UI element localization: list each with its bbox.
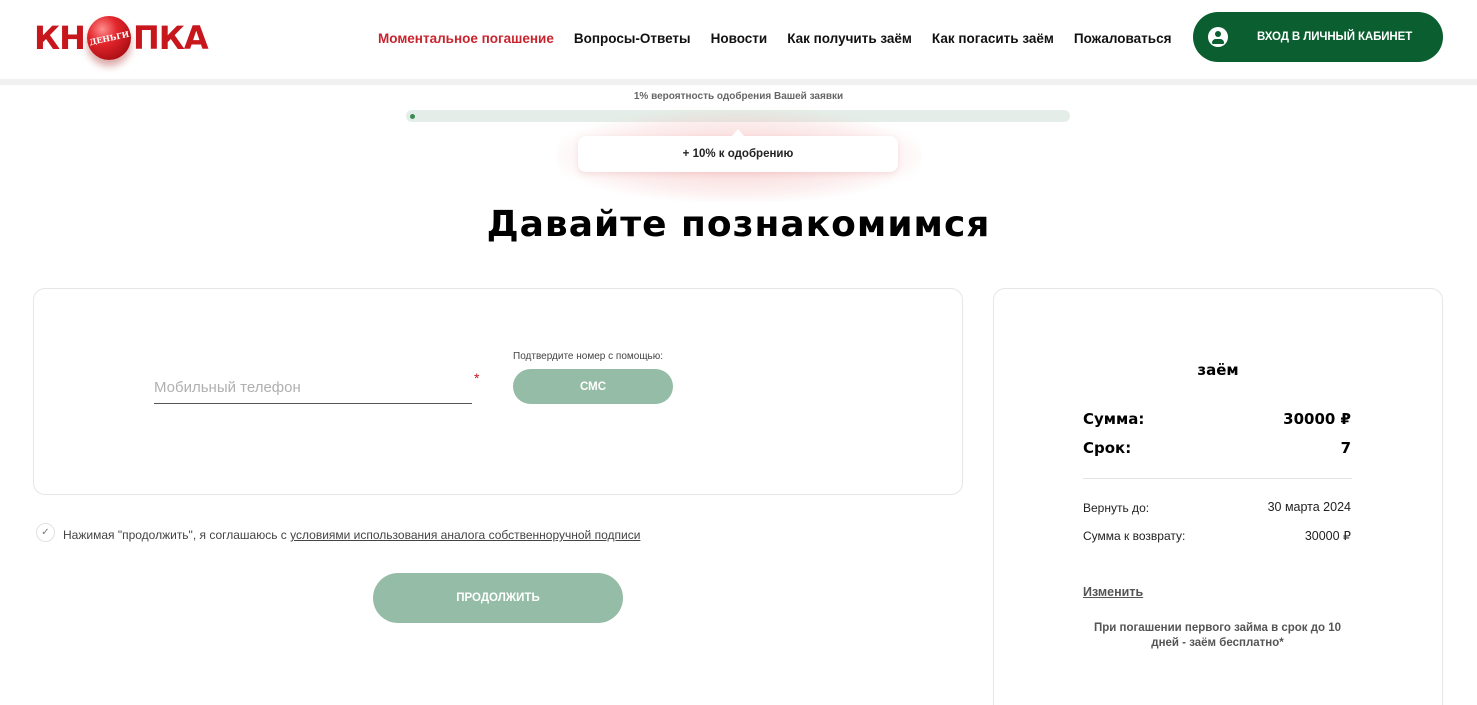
nav-item-how-to-repay[interactable]: Как погасить заём: [932, 31, 1054, 47]
required-mark: *: [474, 370, 480, 386]
loan-sum-label: Сумма:: [1083, 410, 1145, 428]
main-nav: Моментальное погашение Вопросы-Ответы Но…: [378, 31, 1191, 47]
agree-text: Нажимая "продолжить", я соглашаюсь с усл…: [63, 528, 640, 542]
loan-title: заём: [1197, 361, 1239, 379]
return-sum-value: 30000 ₽: [1304, 529, 1351, 543]
logo-text-right: ПКА: [132, 19, 209, 57]
agree-prefix: Нажимая "продолжить", я соглашаюсь с: [63, 528, 291, 542]
login-button[interactable]: ВХОД В ЛИЧНЫЙ КАБИНЕТ: [1193, 12, 1443, 62]
nav-item-complaint[interactable]: Пожаловаться: [1074, 31, 1172, 47]
return-sum-label: Сумма к возврату:: [1083, 529, 1186, 543]
continue-button[interactable]: ПРОДОЛЖИТЬ: [373, 573, 623, 623]
logo[interactable]: КН ДЕНЬГИ ПКА: [34, 12, 209, 64]
confirm-method-label: Подтвердите номер с помощью:: [513, 351, 664, 362]
signature-terms-link[interactable]: условиями использования аналога собствен…: [290, 528, 640, 542]
nav-item-how-to-get-loan[interactable]: Как получить заём: [787, 31, 912, 47]
phone-input[interactable]: [154, 372, 472, 404]
change-loan-link[interactable]: Изменить: [1083, 585, 1143, 599]
bonus-tooltip: + 10% к одобрению: [578, 129, 898, 172]
return-date-value: 30 марта 2024: [1267, 500, 1351, 514]
approval-progress-fill: [406, 110, 419, 122]
header-divider: [0, 79, 1477, 85]
nav-item-news[interactable]: Новости: [711, 31, 768, 47]
nav-item-faq[interactable]: Вопросы-Ответы: [574, 31, 691, 47]
login-button-label: ВХОД В ЛИЧНЫЙ КАБИНЕТ: [1257, 31, 1413, 43]
page-title: Давайте познакомимся: [486, 204, 991, 245]
bonus-text: + 10% к одобрению: [682, 148, 794, 160]
sms-button[interactable]: СМС: [513, 369, 673, 404]
logo-ball-text: ДЕНЬГИ: [88, 28, 130, 48]
approval-progress-dot: [410, 114, 415, 119]
check-icon: ✓: [41, 527, 50, 538]
nav-item-instant-repayment[interactable]: Моментальное погашение: [378, 31, 554, 47]
approval-probability-text: 1% вероятность одобрения Вашей заявки: [633, 91, 844, 102]
promo-text: При погашении первого займа в срок до 10…: [1093, 622, 1342, 649]
site-header: КН ДЕНЬГИ ПКА Моментальное погашение Воп…: [0, 0, 1477, 79]
logo-text-left: КН: [34, 19, 86, 57]
loan-term-label: Срок:: [1083, 439, 1132, 457]
loan-term-value: 7: [1340, 439, 1351, 457]
agree-checkbox[interactable]: ✓: [36, 523, 55, 542]
logo-ball-icon: ДЕНЬГИ: [86, 16, 131, 60]
loan-divider: [1083, 478, 1352, 479]
user-circle-icon: [1208, 27, 1228, 47]
loan-sum-value: 30000 ₽: [1283, 410, 1351, 428]
return-date-label: Вернуть до:: [1083, 501, 1150, 515]
